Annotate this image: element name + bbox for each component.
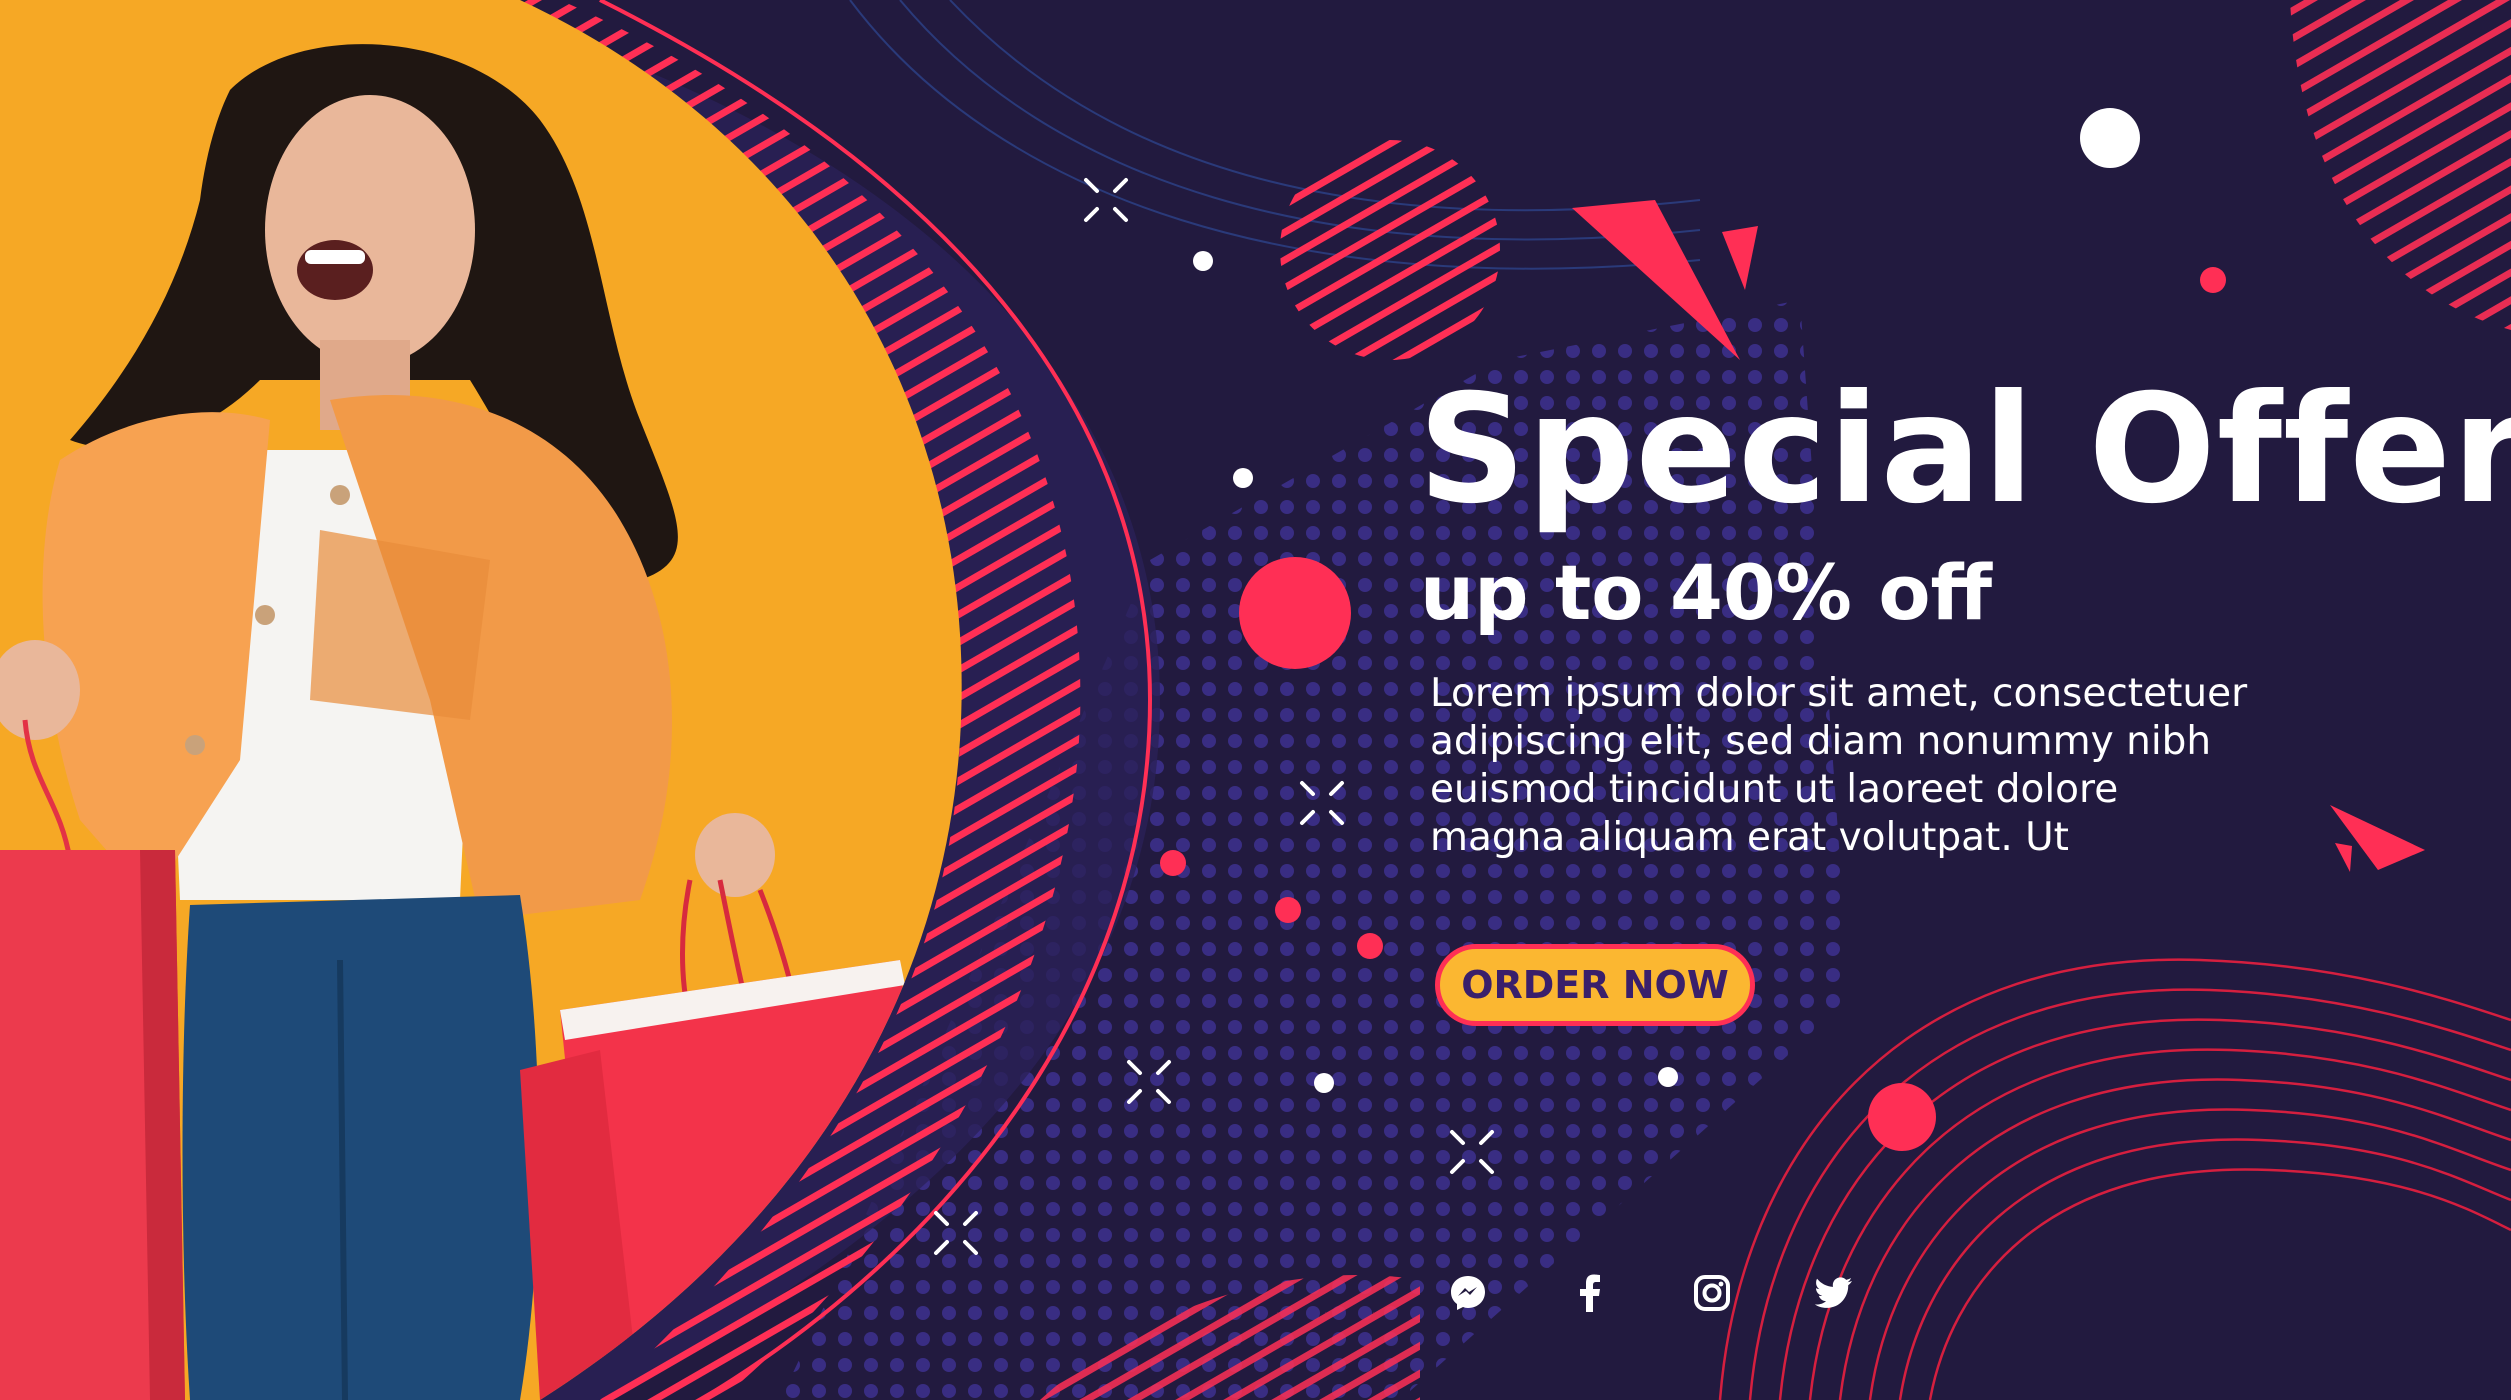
red-triangle-small xyxy=(1722,226,1758,290)
red-circle xyxy=(1239,557,1351,669)
white-circle xyxy=(2080,108,2140,168)
red-dot xyxy=(2200,267,2226,293)
face-shape xyxy=(265,95,475,365)
wave-lines-bottom-right xyxy=(1718,958,2511,1400)
discount-subheadline: up to 40% off xyxy=(1420,548,1993,637)
red-circle-small xyxy=(1868,1083,1936,1151)
shopper-photo xyxy=(0,0,962,1400)
white-dot xyxy=(1314,1073,1334,1093)
social-links xyxy=(1440,1265,1862,1321)
facebook-icon[interactable] xyxy=(1562,1265,1618,1321)
red-dot xyxy=(1160,850,1186,876)
jeans-shape xyxy=(182,895,539,1400)
mouth-shape xyxy=(297,240,373,300)
stripe-corner xyxy=(2290,0,2511,330)
special-offer-banner: Special Offer up to 40% off Lorem ipsum … xyxy=(0,0,2511,1400)
messenger-icon[interactable] xyxy=(1440,1265,1496,1321)
order-now-button[interactable]: ORDER NOW xyxy=(1435,944,1755,1026)
red-triangle-small xyxy=(2335,843,2352,872)
twitter-icon[interactable] xyxy=(1806,1265,1862,1321)
striped-circle xyxy=(1280,140,1500,360)
headline: Special Offer xyxy=(1418,363,2511,537)
description-text: Lorem ipsum dolor sit amet, consectetuer… xyxy=(1430,671,2248,860)
red-dot xyxy=(1275,897,1301,923)
red-dot xyxy=(1357,933,1383,959)
instagram-icon[interactable] xyxy=(1684,1265,1740,1321)
white-dot xyxy=(1658,1067,1678,1087)
white-dot xyxy=(1193,251,1213,271)
white-dot xyxy=(1233,468,1253,488)
